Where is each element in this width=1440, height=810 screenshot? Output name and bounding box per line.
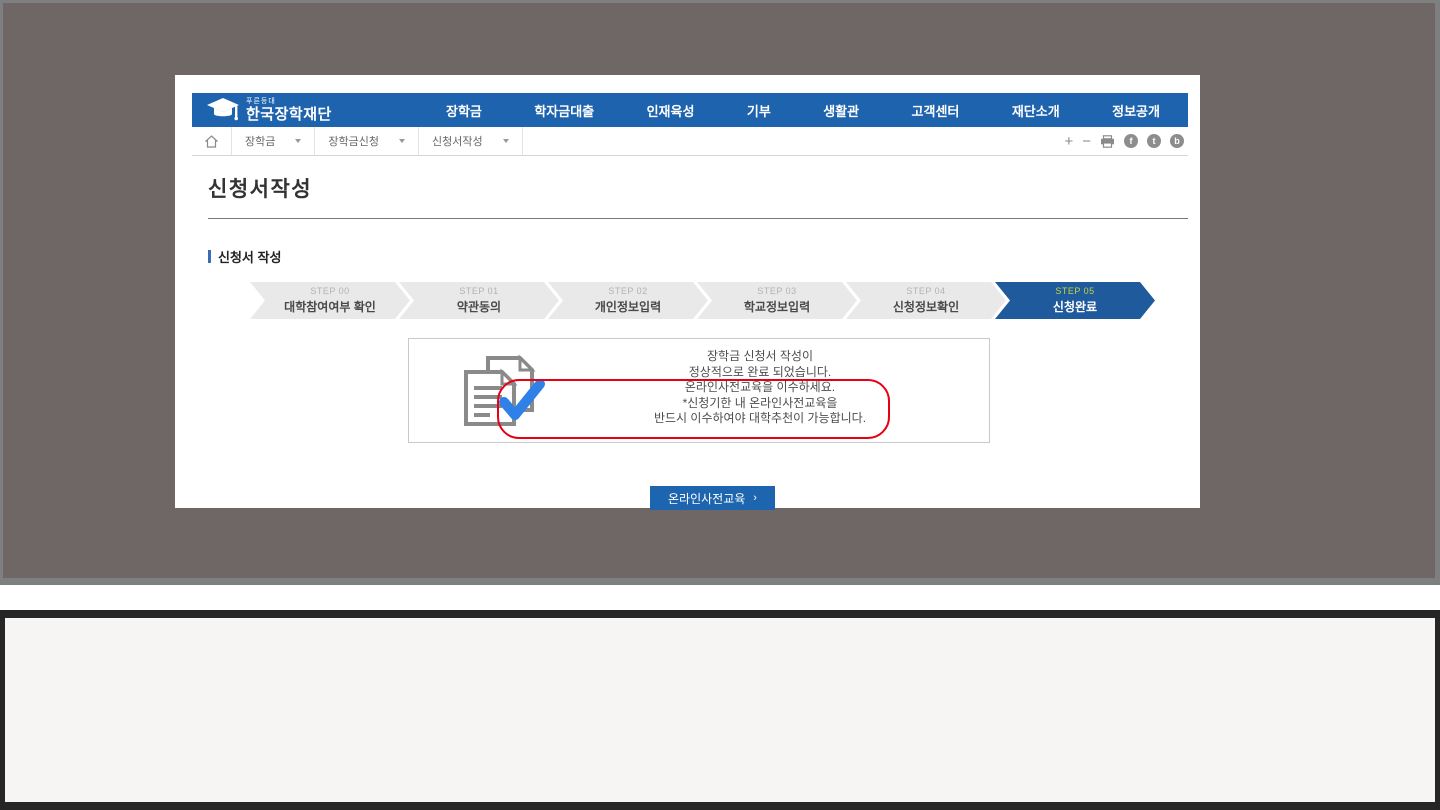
step-label: 대학참여여부 확인: [284, 298, 376, 315]
graduation-cap-icon: [206, 97, 240, 123]
step-label: 신청정보확인: [893, 298, 959, 315]
print-icon[interactable]: [1100, 135, 1115, 148]
kosaf-page: 푸른등대 한국장학재단 장학금 학자금대출 인재육성 기부 생활관 고객센터 재…: [175, 75, 1200, 508]
nav-item-about[interactable]: 재단소개: [1012, 101, 1060, 120]
step-number: STEP 01: [459, 286, 498, 296]
main-navbar: 푸른등대 한국장학재단 장학금 학자금대출 인재육성 기부 생활관 고객센터 재…: [192, 93, 1188, 127]
logo-text: 푸른등대 한국장학재단: [246, 98, 332, 122]
step-00: STEP 00 대학참여여부 확인: [250, 282, 410, 319]
breadcrumb: 장학금 장학금신청 신청서작성 + − f t: [192, 127, 1188, 156]
step-label: 학교정보입력: [744, 298, 810, 315]
blog-icon[interactable]: b: [1170, 134, 1184, 148]
nav-item-disclosure[interactable]: 정보공개: [1112, 101, 1160, 120]
breadcrumb-item-scholarship[interactable]: 장학금: [232, 127, 315, 155]
step-number: STEP 05: [1055, 286, 1094, 296]
breadcrumb-label: 신청서작성: [432, 133, 483, 149]
font-zoom-out-button[interactable]: −: [1082, 134, 1091, 149]
step-05-active: STEP 05 신청완료: [995, 282, 1155, 319]
step-progress: STEP 00 대학참여여부 확인 STEP 01 약관동의 STEP 02 개…: [250, 282, 1155, 319]
completion-message: 장학금 신청서 작성이 정상적으로 완료 되었습니다. 온라인사전교육을 이수하…: [559, 349, 961, 427]
page-title: 신청서작성: [208, 173, 312, 203]
section-title: 신청서 작성: [208, 247, 281, 266]
nav-item-customer-center[interactable]: 고객센터: [912, 101, 960, 120]
nav-item-dormitory[interactable]: 생활관: [823, 101, 859, 120]
bottom-panel-content: [5, 618, 1435, 802]
logo-name: 한국장학재단: [246, 107, 332, 122]
step-number: STEP 02: [608, 286, 647, 296]
step-label: 개인정보입력: [595, 298, 661, 315]
step-label: 약관동의: [457, 298, 501, 315]
nav-item-donation[interactable]: 기부: [747, 101, 771, 120]
message-line: *신청기한 내 온라인사전교육을: [559, 396, 961, 412]
main-nav: 장학금 학자금대출 인재육성 기부 생활관 고객센터 재단소개 정보공개: [410, 101, 1188, 120]
step-03: STEP 03 학교정보입력: [697, 282, 857, 319]
step-01: STEP 01 약관동의: [399, 282, 559, 319]
step-02: STEP 02 개인정보입력: [548, 282, 708, 319]
nav-item-student-loan[interactable]: 학자금대출: [534, 101, 594, 120]
completion-message-box: 장학금 신청서 작성이 정상적으로 완료 되었습니다. 온라인사전교육을 이수하…: [408, 338, 990, 443]
screenshot-stage: 푸른등대 한국장학재단 장학금 학자금대출 인재육성 기부 생활관 고객센터 재…: [0, 0, 1440, 810]
step-04: STEP 04 신청정보확인: [846, 282, 1006, 319]
breadcrumb-label: 장학금: [245, 133, 275, 149]
logo-tagline: 푸른등대: [246, 98, 332, 105]
title-divider: [208, 218, 1188, 219]
home-button[interactable]: [192, 127, 232, 155]
step-number: STEP 00: [310, 286, 349, 296]
section-accent-bar: [208, 250, 211, 263]
message-line: 반드시 이수하여야 대학추천이 가능합니다.: [559, 411, 961, 427]
nav-item-talent[interactable]: 인재육성: [647, 101, 695, 120]
bottom-frame: [0, 610, 1440, 810]
button-label: 온라인사전교육: [668, 490, 745, 507]
home-icon: [205, 135, 218, 148]
chevron-down-icon: [503, 139, 509, 143]
font-zoom-in-button[interactable]: +: [1064, 134, 1073, 149]
step-number: STEP 04: [906, 286, 945, 296]
document-check-icon: [454, 352, 546, 432]
breadcrumb-item-apply[interactable]: 장학금신청: [315, 127, 419, 155]
section-title-label: 신청서 작성: [218, 247, 281, 266]
arrow-right-icon: ›: [753, 492, 757, 504]
breadcrumb-label: 장학금신청: [328, 133, 379, 149]
step-label: 신청완료: [1053, 298, 1097, 315]
nav-item-scholarship[interactable]: 장학금: [446, 101, 482, 120]
site-logo[interactable]: 푸른등대 한국장학재단: [192, 97, 410, 123]
chevron-down-icon: [399, 139, 405, 143]
step-number: STEP 03: [757, 286, 796, 296]
breadcrumb-item-form[interactable]: 신청서작성: [419, 127, 523, 155]
message-line: 온라인사전교육을 이수하세요.: [559, 380, 961, 396]
twitter-icon[interactable]: t: [1147, 134, 1161, 148]
message-line: 장학금 신청서 작성이: [559, 349, 961, 365]
facebook-icon[interactable]: f: [1124, 134, 1138, 148]
chevron-down-icon: [295, 139, 301, 143]
online-pre-education-button[interactable]: 온라인사전교육 ›: [650, 486, 775, 510]
page-tools: + − f t b: [1064, 134, 1188, 149]
message-line: 정상적으로 완료 되었습니다.: [559, 365, 961, 381]
